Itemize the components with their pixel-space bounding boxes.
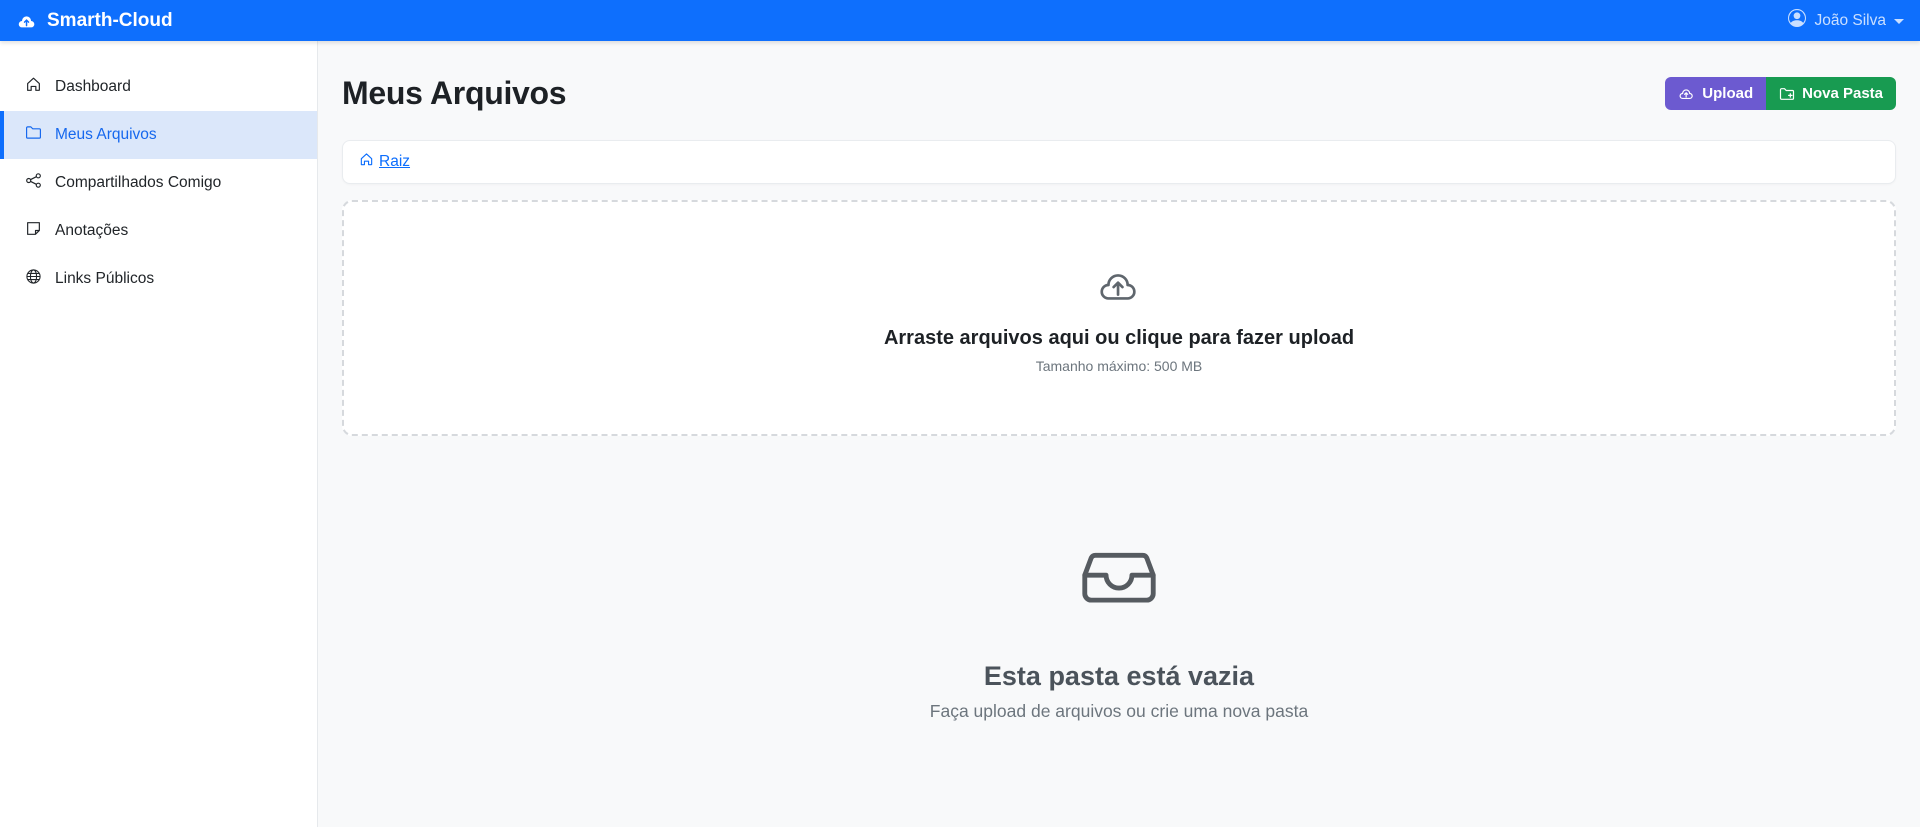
brand-label: Smarth-Cloud [47,9,173,31]
folder-plus-icon [1779,86,1795,102]
folder-icon [25,124,42,146]
caret-down-icon [1894,19,1904,24]
sidebar-item-label: Dashboard [55,78,131,95]
sidebar-item-anotacoes[interactable]: Anotações [0,207,317,255]
cloud-upload-icon [16,10,38,32]
new-folder-button-label: Nova Pasta [1802,85,1883,102]
cloud-arrow-up-icon [1096,262,1142,313]
house-icon [359,152,374,172]
dropzone-title: Arraste arquivos aqui ou clique para faz… [883,327,1355,349]
user-menu[interactable]: João Silva [1788,9,1904,32]
sidebar-item-dashboard[interactable]: Dashboard [0,63,317,111]
header-actions: Upload Nova Pasta [1665,77,1896,110]
top-navbar: Smarth-Cloud João Silva [0,0,1920,41]
globe-icon [25,268,42,290]
house-icon [25,76,42,98]
sidebar-item-label: Meus Arquivos [55,126,157,143]
main-content: Meus Arquivos Upload Nova Pasta Raiz Arr… [318,41,1920,827]
sidebar: Dashboard Meus Arquivos Compartilhados C… [0,41,318,827]
page-header: Meus Arquivos Upload Nova Pasta [342,75,1896,112]
note-icon [25,220,42,242]
upload-dropzone[interactable]: Arraste arquivos aqui ou clique para faz… [342,200,1896,436]
sidebar-item-label: Compartilhados Comigo [55,174,222,191]
sidebar-item-label: Anotações [55,222,129,239]
sidebar-item-meus-arquivos[interactable]: Meus Arquivos [0,111,317,159]
empty-state-subtitle: Faça upload de arquivos ou crie uma nova… [929,701,1309,721]
upload-button[interactable]: Upload [1665,77,1767,110]
user-name: João Silva [1814,11,1886,29]
new-folder-button[interactable]: Nova Pasta [1766,77,1896,110]
share-icon [25,172,42,194]
cloud-arrow-up-icon [1678,85,1695,102]
breadcrumb: Raiz [342,140,1896,184]
sidebar-item-compartilhados[interactable]: Compartilhados Comigo [0,159,317,207]
empty-state-title: Esta pasta está vazia [983,661,1255,691]
empty-state: Esta pasta está vazia Faça upload de arq… [342,540,1896,722]
inbox-icon [1077,540,1161,619]
sidebar-item-label: Links Públicos [55,270,155,287]
upload-button-label: Upload [1702,85,1754,102]
sidebar-item-links-publicos[interactable]: Links Públicos [0,255,317,303]
person-circle-icon [1788,9,1807,32]
page-title: Meus Arquivos [342,75,567,111]
brand[interactable]: Smarth-Cloud [16,10,173,32]
dropzone-subtitle: Tamanho máximo: 500 MB [1035,358,1203,374]
breadcrumb-root-link[interactable]: Raiz [359,152,410,172]
breadcrumb-root-label: Raiz [379,153,411,170]
